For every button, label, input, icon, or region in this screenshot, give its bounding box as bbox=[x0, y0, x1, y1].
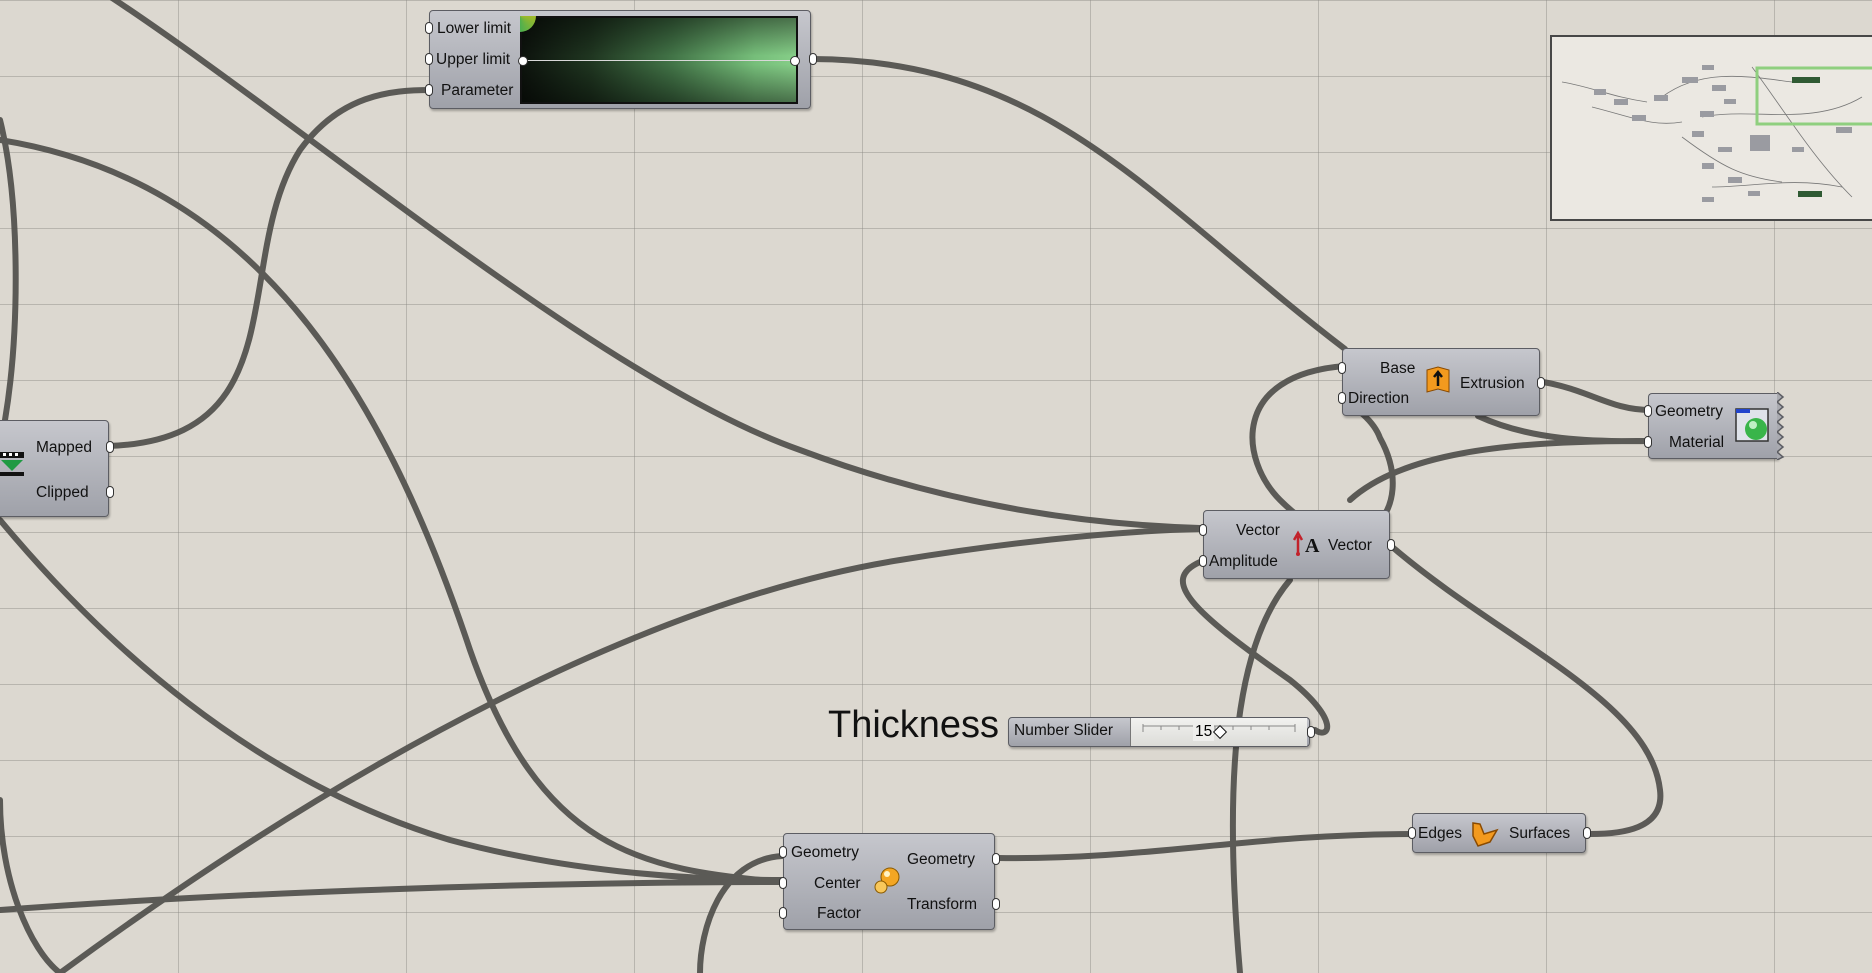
boundary-surfaces-icon bbox=[1470, 820, 1500, 848]
input-jack[interactable] bbox=[1338, 362, 1346, 374]
wire bbox=[1179, 559, 1331, 736]
edges-input[interactable]: Edges bbox=[1418, 825, 1462, 843]
scale-node[interactable]: Geometry Center Factor Geometry Transfor… bbox=[779, 833, 1000, 930]
input-jack[interactable] bbox=[1644, 436, 1652, 448]
base-input[interactable]: Base bbox=[1380, 360, 1415, 378]
slider-type-label: Number Slider bbox=[1014, 722, 1114, 739]
wire bbox=[0, 517, 785, 883]
output-jack[interactable] bbox=[106, 486, 114, 498]
gradient-icon bbox=[520, 16, 536, 32]
output-jack[interactable] bbox=[1307, 726, 1315, 738]
output-jack[interactable] bbox=[106, 441, 114, 453]
input-jack[interactable] bbox=[1338, 392, 1346, 404]
amplitude-icon: A bbox=[1292, 530, 1323, 557]
geometry-input[interactable]: Geometry bbox=[1655, 403, 1723, 421]
slider-label: Thickness bbox=[828, 704, 1000, 746]
wire bbox=[1387, 542, 1664, 837]
wire bbox=[697, 853, 785, 973]
upper-limit-input[interactable]: Upper limit bbox=[436, 51, 510, 69]
input-jack[interactable] bbox=[779, 846, 787, 858]
output-jack[interactable] bbox=[1387, 539, 1395, 551]
remap-icon bbox=[0, 451, 25, 477]
mapped-output[interactable]: Mapped bbox=[36, 439, 92, 457]
extrude-icon bbox=[1425, 366, 1451, 394]
wire bbox=[105, 87, 434, 449]
svg-text:A: A bbox=[1305, 535, 1320, 556]
grasshopper-canvas[interactable]: Lower limit Upper limit Parameter Mapped… bbox=[0, 0, 1872, 973]
slider-track[interactable]: 15 bbox=[1130, 718, 1307, 746]
output-jack[interactable] bbox=[1537, 377, 1545, 389]
surfaces-output[interactable]: Surfaces bbox=[1509, 825, 1570, 843]
minimap-overview bbox=[1561, 65, 1872, 202]
direction-input[interactable]: Direction bbox=[1348, 390, 1409, 408]
custom-preview-node[interactable]: Geometry Material bbox=[1644, 392, 1785, 460]
gradient-axis-line bbox=[522, 60, 796, 61]
clipped-output[interactable]: Clipped bbox=[36, 484, 89, 502]
parameter-input[interactable]: Parameter bbox=[441, 82, 513, 100]
canvas-minimap[interactable] bbox=[1550, 35, 1872, 221]
input-jack[interactable] bbox=[779, 877, 787, 889]
input-jack[interactable] bbox=[1644, 405, 1652, 417]
lower-limit-input[interactable]: Lower limit bbox=[437, 20, 511, 38]
input-jack[interactable] bbox=[1199, 524, 1207, 536]
input-jack[interactable] bbox=[779, 907, 787, 919]
wire bbox=[995, 831, 1416, 862]
wire bbox=[57, 526, 1203, 973]
vector-output[interactable]: Vector bbox=[1328, 537, 1372, 555]
amplitude-node[interactable]: Vector Amplitude A Vector bbox=[1199, 510, 1395, 579]
input-jack[interactable] bbox=[1408, 827, 1416, 839]
wire bbox=[1347, 413, 1652, 503]
wire bbox=[0, 117, 19, 423]
input-jack[interactable] bbox=[425, 22, 433, 34]
amplitude-input[interactable]: Amplitude bbox=[1209, 553, 1278, 571]
output-jack[interactable] bbox=[1583, 827, 1591, 839]
gradient-upper-grip[interactable] bbox=[790, 56, 800, 66]
scale-icon bbox=[872, 866, 902, 896]
extrude-node[interactable]: Base Direction Extrusion bbox=[1338, 348, 1545, 416]
slider-value: 15 bbox=[1193, 723, 1215, 741]
wire bbox=[0, 797, 63, 973]
vector-input[interactable]: Vector bbox=[1236, 522, 1280, 540]
wire bbox=[809, 56, 1348, 352]
input-jack[interactable] bbox=[425, 53, 433, 65]
gradient-preview[interactable] bbox=[518, 16, 800, 104]
factor-input[interactable]: Factor bbox=[817, 905, 861, 923]
geometry-output[interactable]: Geometry bbox=[907, 851, 975, 869]
transform-output[interactable]: Transform bbox=[907, 896, 977, 914]
output-jack[interactable] bbox=[809, 53, 817, 65]
output-jack[interactable] bbox=[992, 898, 1000, 910]
wire bbox=[1229, 577, 1293, 973]
material-input[interactable]: Material bbox=[1669, 434, 1724, 452]
input-jack[interactable] bbox=[1199, 555, 1207, 567]
output-jack[interactable] bbox=[992, 853, 1000, 865]
gradient-lower-grip[interactable] bbox=[518, 56, 528, 66]
center-input[interactable]: Center bbox=[814, 875, 861, 893]
wire bbox=[0, 137, 785, 885]
boundary-surfaces-node[interactable]: Edges Surfaces bbox=[1408, 813, 1591, 853]
extrusion-output[interactable]: Extrusion bbox=[1460, 375, 1525, 393]
input-jack[interactable] bbox=[425, 84, 433, 96]
preview-icon bbox=[1735, 408, 1769, 442]
node-zigzag-edge bbox=[1777, 392, 1785, 460]
wire bbox=[0, 879, 785, 913]
remap-node[interactable]: Mapped Clipped bbox=[0, 420, 114, 517]
wire bbox=[1540, 379, 1654, 413]
geometry-input[interactable]: Geometry bbox=[791, 844, 859, 862]
